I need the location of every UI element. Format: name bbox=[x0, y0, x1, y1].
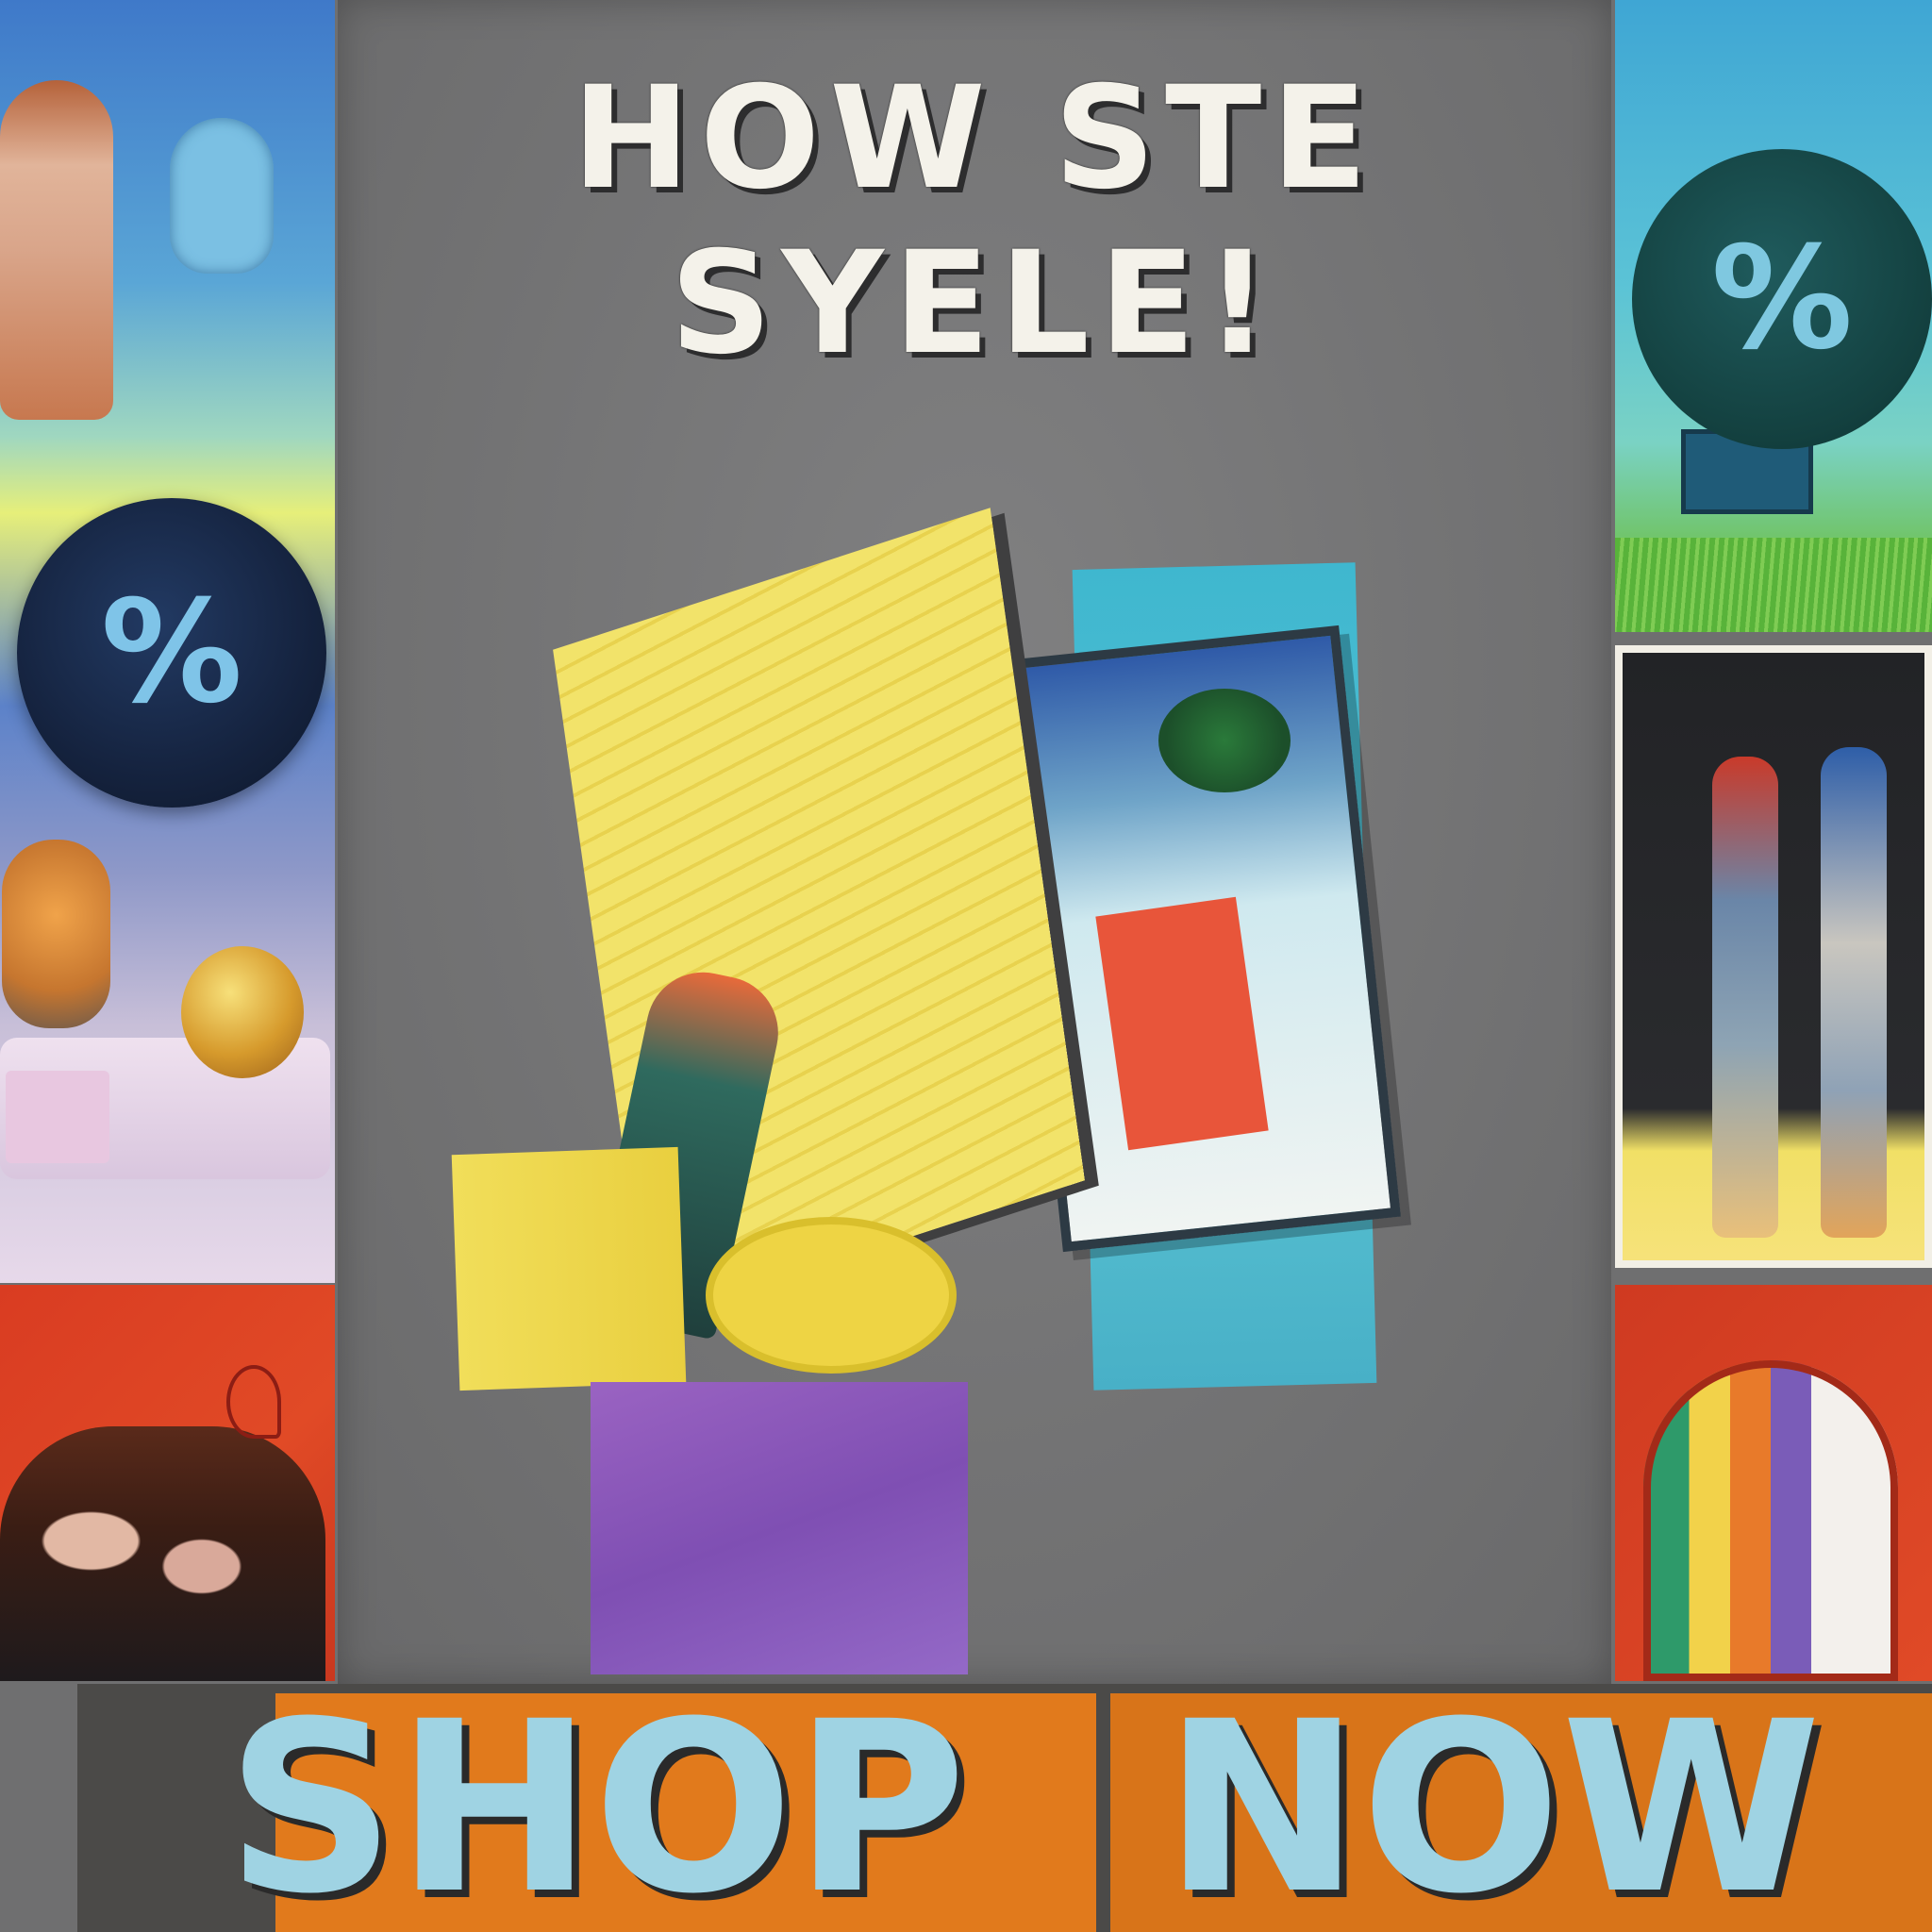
percent-icon: % bbox=[100, 571, 243, 735]
right-bottom-panel bbox=[1615, 1285, 1932, 1681]
shop-now-word-now[interactable]: NOW bbox=[1087, 1684, 1898, 1932]
percent-icon: % bbox=[1710, 217, 1854, 381]
right-middle-panel bbox=[1615, 645, 1932, 1268]
headline-line-2: SYELE! bbox=[670, 222, 1279, 386]
green-plant-shape bbox=[1158, 689, 1291, 792]
purple-box-shape bbox=[591, 1382, 968, 1674]
gold-ornament-image bbox=[181, 946, 304, 1078]
mask-figure-image bbox=[170, 118, 274, 274]
yellow-scroll-shape bbox=[451, 1146, 687, 1391]
right-percent-badge: % bbox=[1632, 149, 1932, 449]
headline-line-1: HOW STE bbox=[572, 57, 1377, 221]
shop-now-word-shop[interactable]: SHOP bbox=[106, 1684, 1087, 1932]
woman-portrait-image bbox=[0, 80, 113, 420]
lamp-image bbox=[2, 840, 110, 1028]
shop-now-banner[interactable]: SHOP NOW bbox=[77, 1684, 1932, 1932]
grass-field bbox=[1615, 538, 1932, 632]
left-percent-badge: % bbox=[17, 498, 326, 808]
center-poster: HOW STE SYELE! bbox=[338, 0, 1611, 1684]
left-bottom-panel bbox=[0, 1285, 335, 1681]
two-women-image bbox=[0, 1426, 325, 1681]
flourish-decoration bbox=[226, 1365, 281, 1439]
tower-sculpture-left bbox=[1712, 757, 1778, 1238]
yellow-coin-shape bbox=[706, 1217, 957, 1374]
tower-sculpture-right bbox=[1821, 747, 1887, 1238]
arched-window-display bbox=[1643, 1360, 1898, 1681]
pink-box bbox=[6, 1071, 109, 1163]
